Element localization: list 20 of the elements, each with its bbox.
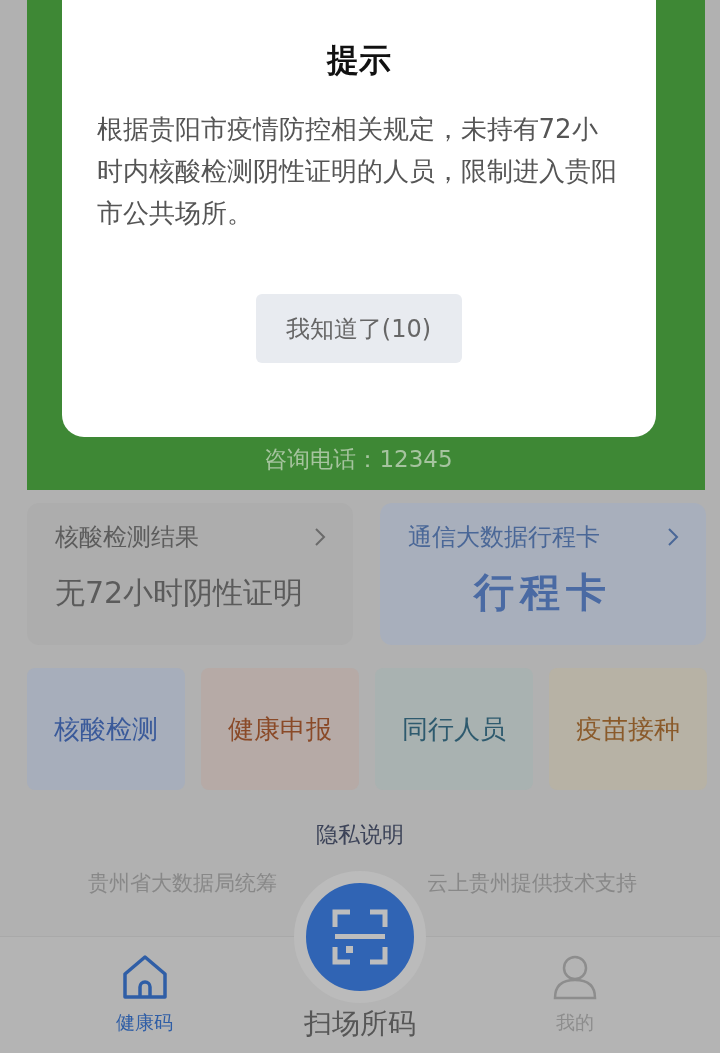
hotline-text: 咨询电话：12345	[264, 445, 453, 474]
chevron-icon	[313, 526, 327, 548]
card-value: 无72小时阴性证明	[55, 574, 305, 612]
scan-icon	[332, 909, 388, 965]
dialog-title: 提示	[326, 40, 391, 81]
home-icon	[120, 954, 169, 1000]
service-tile[interactable]: 疫苗接种	[549, 668, 707, 790]
health-code-tab[interactable]: 健康码	[84, 937, 205, 1036]
service-tile[interactable]: 核酸检测	[27, 668, 185, 790]
service-tile[interactable]: 同行人员	[375, 668, 533, 790]
itinerary-card[interactable]: 通信大数据行程卡 行程卡	[380, 503, 706, 645]
card-title: 通信大数据行程卡	[408, 522, 600, 553]
card-title: 核酸检测结果	[55, 522, 199, 553]
test-result-card[interactable]: 核酸检测结果 无72小时阴性证明	[27, 503, 353, 645]
privacy-link[interactable]: 隐私说明	[316, 822, 404, 848]
card-value: 行程卡	[474, 568, 612, 617]
dialog-message: 根据贵阳市疫情防控相关规定，未持有72小时内核酸检测阴性证明的人员，限制进入贵阳市公共场所。	[96, 113, 618, 230]
chevron-icon	[666, 526, 680, 548]
acknowledge-button[interactable]: 我知道了(10)	[255, 294, 462, 363]
service-tile[interactable]: 健康申报	[201, 668, 359, 790]
